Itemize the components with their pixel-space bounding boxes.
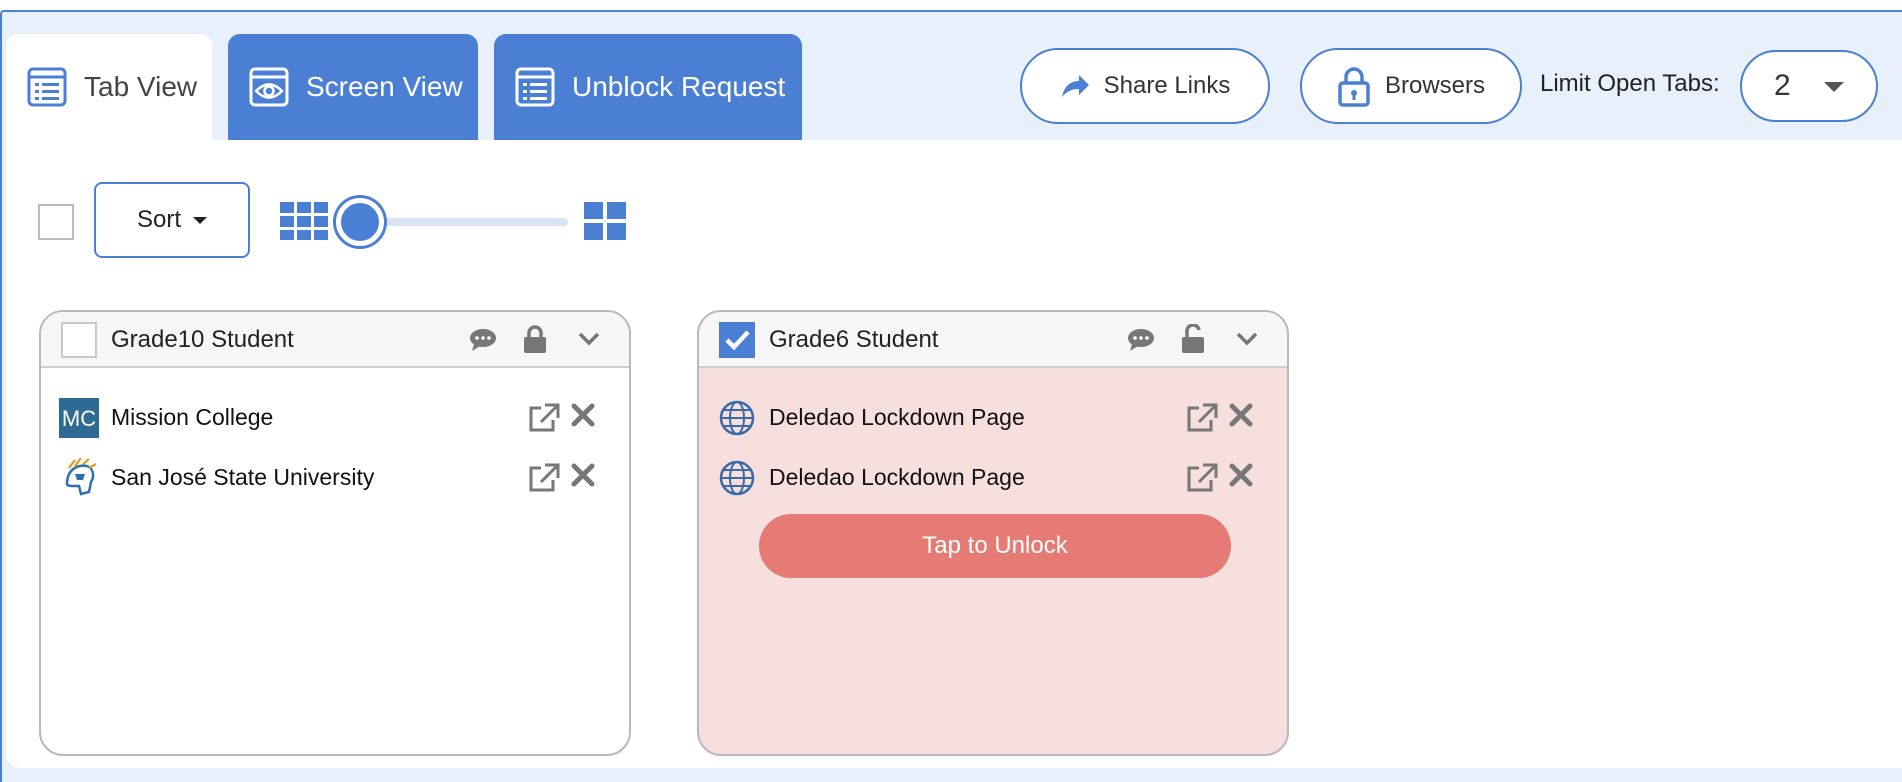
external-link-icon[interactable] bbox=[1185, 462, 1219, 494]
tab-title: San José State University bbox=[111, 464, 375, 490]
sjsu-spartan-favicon bbox=[65, 458, 97, 496]
tab-unblock-request[interactable]: Unblock Request bbox=[494, 34, 802, 140]
sort-label: Sort bbox=[136, 206, 181, 233]
chat-icon[interactable] bbox=[1127, 328, 1155, 352]
close-icon[interactable] bbox=[1229, 402, 1253, 428]
close-icon[interactable] bbox=[1229, 462, 1253, 488]
small-grid-icon[interactable] bbox=[280, 202, 328, 240]
tab-label: Unblock Request bbox=[572, 71, 786, 102]
tap-to-unlock-button[interactable]: Tap to Unlock bbox=[759, 514, 1231, 578]
list-item: Deledao Lockdown Page bbox=[717, 396, 1269, 440]
tab-label: Tab View bbox=[84, 71, 198, 102]
app-window: Tab View Screen View Unblock Request Sha… bbox=[0, 10, 1902, 782]
share-links-button[interactable]: Share Links bbox=[1020, 48, 1270, 124]
external-link-icon[interactable] bbox=[1185, 402, 1219, 434]
lock-icon[interactable] bbox=[523, 324, 547, 354]
chevron-down-icon bbox=[1824, 82, 1844, 92]
tab-screen-view[interactable]: Screen View bbox=[228, 34, 478, 140]
list-icon bbox=[27, 67, 67, 107]
large-grid-icon[interactable] bbox=[584, 202, 626, 240]
select-all-checkbox[interactable] bbox=[38, 204, 74, 240]
checkmark-icon bbox=[725, 330, 750, 351]
sort-button[interactable]: Sort bbox=[94, 182, 250, 258]
chat-icon[interactable] bbox=[469, 328, 497, 352]
share-links-label: Share Links bbox=[1103, 72, 1231, 99]
student-card: Grade6 Student Deledao Lockdown Page Del… bbox=[697, 310, 1289, 756]
card-header: Grade10 Student bbox=[41, 312, 629, 368]
list-item: San José State University bbox=[59, 456, 611, 500]
limit-open-tabs-value: 2 bbox=[1774, 69, 1791, 102]
student-card: Grade10 Student MC Mission College San J… bbox=[39, 310, 631, 756]
card-title: Grade6 Student bbox=[769, 326, 939, 353]
chevron-down-icon[interactable] bbox=[1235, 330, 1259, 348]
external-link-icon[interactable] bbox=[527, 402, 561, 434]
external-link-icon[interactable] bbox=[527, 462, 561, 494]
globe-icon bbox=[719, 460, 755, 496]
card-select-checkbox[interactable] bbox=[719, 322, 755, 358]
close-icon[interactable] bbox=[571, 462, 595, 488]
browsers-button[interactable]: Browsers bbox=[1300, 48, 1522, 124]
caret-down-icon bbox=[193, 216, 207, 224]
tab-tab-view[interactable]: Tab View bbox=[6, 34, 212, 140]
tab-view-panel: Sort Grade10 Student MC Mission College … bbox=[6, 140, 1902, 768]
card-title: Grade10 Student bbox=[111, 326, 294, 353]
mission-college-favicon: MC bbox=[59, 398, 99, 438]
tab-title: Deledao Lockdown Page bbox=[769, 464, 1025, 490]
tab-title: Deledao Lockdown Page bbox=[769, 404, 1025, 430]
unlock-icon[interactable] bbox=[1181, 324, 1205, 354]
slider-thumb[interactable] bbox=[336, 198, 384, 246]
card-select-checkbox[interactable] bbox=[61, 322, 97, 358]
card-header: Grade6 Student bbox=[699, 312, 1287, 368]
browsers-label: Browsers bbox=[1384, 72, 1486, 99]
close-icon[interactable] bbox=[571, 402, 595, 428]
limit-open-tabs-label: Limit Open Tabs: bbox=[1540, 70, 1720, 97]
share-arrow-icon bbox=[1061, 75, 1089, 97]
list-item: Deledao Lockdown Page bbox=[717, 456, 1269, 500]
list-icon bbox=[515, 67, 555, 107]
list-item: MC Mission College bbox=[59, 396, 611, 440]
tab-title: Mission College bbox=[111, 404, 274, 430]
limit-open-tabs-select[interactable]: 2 bbox=[1740, 50, 1878, 122]
globe-icon bbox=[719, 400, 755, 436]
eye-icon bbox=[249, 67, 289, 107]
svg-text:MC: MC bbox=[62, 406, 96, 431]
tab-label: Screen View bbox=[306, 71, 463, 102]
lock-icon bbox=[1338, 67, 1370, 107]
chevron-down-icon[interactable] bbox=[577, 330, 601, 348]
